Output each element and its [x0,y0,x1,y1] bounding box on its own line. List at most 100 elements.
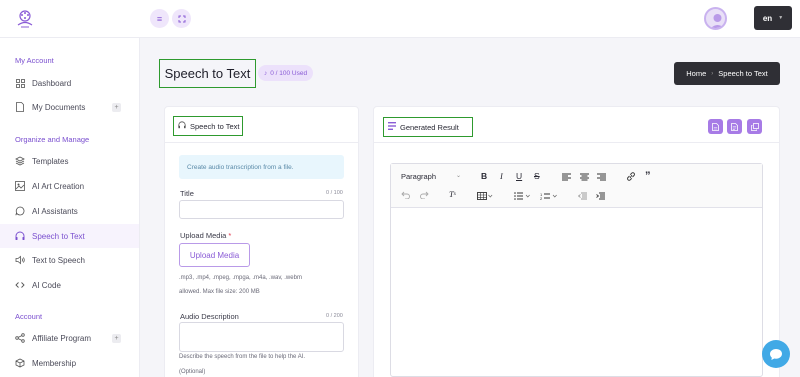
card-divider [165,142,358,143]
bold-icon[interactable]: B [481,171,487,181]
download-pdf-button[interactable] [727,119,742,134]
description-help: Describe the speech from the file to hel… [179,354,306,360]
sidebar-item-affiliate-program[interactable]: Affiliate Program + [0,326,139,350]
section-title-organize: Organize and Manage [15,135,90,144]
sidebar-item-label: AI Assistants [32,206,78,216]
indent-icon[interactable] [596,192,605,200]
sidebar-item-dashboard[interactable]: Dashboard [0,71,139,95]
section-title-my-account: My Account [15,56,54,65]
result-card-title-text: Generated Result [400,122,459,132]
sidebar-item-speech-to-text[interactable]: Speech to Text [0,224,139,248]
usage-badge: ♪ 0 / 100 Used [258,65,314,81]
copy-icon [750,122,759,131]
language-select[interactable]: en ▼ [754,6,792,30]
headphones-icon [178,121,186,131]
word-doc-icon [712,122,719,131]
bulleted-list-icon[interactable] [514,192,532,200]
grid-icon [15,78,25,88]
size-hint: allowed. Max file size: 200 MB [179,289,260,295]
sidebar-item-ai-assistants[interactable]: AI Assistants [0,199,139,223]
pdf-icon [731,122,738,131]
title-label: Title [180,189,194,198]
expand-plus-icon[interactable]: + [112,333,121,343]
upload-media-label-text: Upload Media [180,231,227,240]
card-divider [374,142,779,143]
strikethrough-icon[interactable]: S [534,171,540,181]
paragraph-select[interactable]: Paragraph ⌄ [401,172,461,181]
code-icon [15,280,25,290]
sidebar-item-label: Speech to Text [32,231,85,241]
editor-content-area[interactable] [391,208,762,376]
svg-text:2: 2 [540,196,543,200]
description-counter: 0 / 200 [326,313,343,319]
download-word-button[interactable] [708,119,723,134]
breadcrumb-home[interactable]: Home [686,69,706,78]
sidebar-item-label: AI Code [32,280,61,290]
title-input[interactable] [179,200,344,219]
sidebar-item-label: Templates [32,156,69,166]
share-icon [15,333,25,343]
editor-toolbar: Paragraph ⌄ B I U S ” Tx 1 2 [391,164,762,208]
sidebar-item-label: Affiliate Program [32,333,91,343]
sidebar-item-label: Membership [32,358,77,368]
redo-icon[interactable] [420,191,429,199]
sidebar-item-membership[interactable]: Membership [0,351,139,375]
fullscreen-button[interactable] [172,9,191,28]
title-counter: 0 / 100 [326,190,343,196]
rich-text-editor: Paragraph ⌄ B I U S ” Tx 1 2 [390,163,763,377]
top-bar: ≡ en ▼ [0,0,800,38]
sidebar-item-label: Dashboard [32,78,72,88]
page-title: Speech to Text [159,59,256,88]
numbered-list-icon[interactable]: 12 [540,192,560,200]
required-marker: * [228,231,232,240]
audio-description-textarea[interactable] [179,322,344,352]
align-center-icon[interactable] [580,173,589,181]
chevron-down-icon: ⌄ [455,173,461,179]
headphones-icon [15,231,25,241]
audio-description-label: Audio Description [180,312,239,321]
support-chat-button[interactable] [762,340,790,368]
upload-media-button[interactable]: Upload Media [179,243,250,267]
result-card-title: Generated Result [383,117,473,137]
table-icon[interactable] [477,192,493,200]
clear-formatting-icon[interactable]: Tx [449,189,456,199]
upload-media-label: Upload Media * [180,231,231,240]
chevron-right-icon: › [711,70,714,77]
image-icon [15,181,25,191]
italic-icon[interactable]: I [500,171,503,181]
form-card-title: Speech to Text [173,116,243,136]
copy-button[interactable] [747,119,762,134]
sidebar: My Account Dashboard My Documents + Orga… [0,38,140,377]
form-card-title-text: Speech to Text [190,121,240,131]
mic-icon: ♪ [264,69,268,77]
breadcrumb: Home › Speech to Text [674,62,780,85]
link-icon[interactable] [626,172,636,181]
underline-icon[interactable]: U [516,171,522,181]
sidebar-item-text-to-speech[interactable]: Text to Speech [0,248,139,272]
align-left-icon[interactable] [562,173,571,181]
brand-logo[interactable] [14,9,36,29]
expand-plus-icon[interactable]: + [112,102,121,112]
sidebar-item-ai-code[interactable]: AI Code [0,273,139,297]
optional-note: (Optional) [179,369,206,375]
sidebar-item-templates[interactable]: Templates [0,149,139,173]
usage-text: 0 / 100 Used [270,69,308,77]
sidebar-item-label: AI Art Creation [32,181,85,191]
undo-icon[interactable] [401,191,410,199]
sidebar-item-ai-art-creation[interactable]: AI Art Creation [0,174,139,198]
chat-bubble-icon [770,348,782,360]
document-icon [15,102,25,112]
paragraph-select-value: Paragraph [401,172,437,181]
sidebar-item-label: Text to Speech [32,255,85,265]
blockquote-icon[interactable]: ” [645,170,651,182]
menu-toggle-button[interactable]: ≡ [150,9,169,28]
formats-hint: .mp3, .mp4, .mpeg, .mpga, .m4a, .wav, .w… [179,275,302,281]
sidebar-item-my-documents[interactable]: My Documents + [0,95,139,119]
list-icon [388,122,396,132]
user-avatar[interactable] [704,7,727,30]
breadcrumb-current: Speech to Text [718,69,768,78]
hamburger-icon: ≡ [156,13,163,24]
speaker-icon [15,255,25,265]
outdent-icon[interactable] [578,192,587,200]
align-right-icon[interactable] [597,173,606,181]
